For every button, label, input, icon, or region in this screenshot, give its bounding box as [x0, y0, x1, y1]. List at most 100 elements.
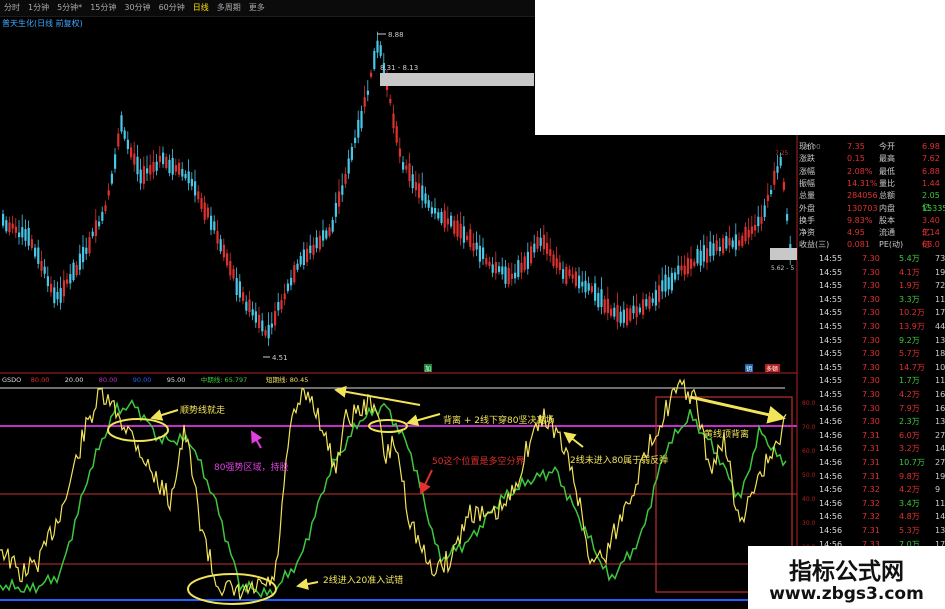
quote-cell: 总额: [879, 191, 895, 201]
trade-cell: 14:55: [819, 294, 843, 304]
candle-body: [338, 191, 341, 207]
candle-body: [594, 283, 597, 301]
candle-body: [478, 245, 481, 262]
candle-body: [779, 156, 782, 166]
candle-body: [651, 298, 654, 303]
candle-body: [2, 213, 5, 226]
candle-body: [424, 193, 427, 204]
candle-body: [142, 165, 145, 184]
candle-body: [328, 227, 331, 236]
candle-body: [709, 241, 712, 257]
quote-row: 外盘 130703内盘 153353: [797, 203, 945, 215]
candle-body: [645, 299, 648, 307]
candle-body: [485, 258, 488, 265]
candle-body: [373, 50, 376, 69]
candle-body: [344, 174, 347, 184]
trade-cell: 27: [935, 458, 945, 467]
candle-body: [482, 247, 485, 259]
candle-body: [178, 162, 181, 175]
candle-body: [139, 169, 142, 184]
trade-row: 14:56 7.31 10.7万 27: [797, 457, 945, 470]
quote-row: 涨跌 0.15 最高 7.62: [797, 153, 942, 165]
candle-body: [267, 324, 270, 339]
candle-body: [94, 220, 97, 237]
trade-cell: 3.4万: [899, 498, 920, 508]
trade-cell: 14:56: [819, 512, 843, 522]
trade-cell: 14:55: [819, 349, 843, 359]
candle-body: [517, 260, 520, 277]
trade-cell: 7.31: [862, 526, 880, 535]
price-popup-box: [380, 73, 534, 86]
quote-cell: 0.15: [847, 154, 865, 164]
candle-body: [722, 238, 725, 254]
quote-cell: 6.88: [922, 166, 940, 176]
candle-body: [194, 181, 197, 196]
candle-body: [750, 226, 753, 234]
candle-body: [322, 230, 325, 241]
trade-row: 14:55 7.30 3.3万 11: [797, 294, 945, 307]
candle-body: [674, 272, 677, 280]
candle-body: [62, 280, 65, 297]
candle-body: [501, 266, 504, 275]
trade-cell: 19: [935, 267, 945, 277]
candle-body: [392, 113, 395, 129]
trade-cell: 5.7万: [899, 349, 920, 359]
quote-cell: 涨跌: [799, 154, 815, 164]
candle-body: [53, 287, 56, 304]
arrow-8: [296, 578, 319, 590]
quote-cell: 6.98: [922, 142, 940, 151]
quote-panel: 现价 7.35 今开 6.98 涨跌 0.15 最高 7.62 涨幅 2.08% 最低 6.88 振幅 1…: [797, 133, 945, 609]
trade-cell: 7.30: [862, 254, 880, 263]
trade-cell: 14:55: [819, 254, 843, 263]
candle-body: [430, 207, 433, 214]
candle-body: [469, 229, 472, 247]
candle-body: [165, 156, 168, 169]
candle-body: [110, 173, 113, 184]
quote-cell: 14.31%: [847, 178, 878, 188]
trade-row: 14:55 7.30 5.7万 18: [797, 348, 945, 361]
candle-body: [59, 288, 62, 303]
quote-cell: 今开: [879, 142, 895, 151]
trade-cell: 7.30: [862, 267, 880, 277]
candle-body: [347, 158, 350, 174]
candle-body: [776, 166, 779, 173]
annotation-1: 顺势线就走: [180, 404, 225, 416]
candle-body: [341, 185, 344, 195]
candle-body: [571, 274, 574, 279]
candle-body: [613, 307, 616, 317]
candle-body: [101, 211, 104, 221]
candle-body: [670, 272, 673, 291]
candle-body: [494, 262, 497, 274]
trade-cell: 5.4万: [899, 254, 920, 263]
trade-row: 14:56 7.32 4.8万 14: [797, 511, 945, 524]
trade-cell: 14:56: [819, 485, 843, 495]
marker-3: 多顿: [766, 365, 778, 373]
trade-cell: 7.32: [862, 485, 880, 495]
candle-body: [610, 308, 613, 316]
trade-cell: 7.31: [862, 430, 880, 440]
candle-body: [542, 234, 545, 250]
watermark-url: www.zbgs3.com: [769, 584, 924, 604]
candle-body: [626, 308, 629, 326]
trade-cell: 14.7万: [899, 362, 925, 372]
candle-body: [597, 293, 600, 308]
candle-body: [357, 119, 360, 138]
candle-body: [379, 45, 382, 56]
trade-cell: 6.0万: [899, 430, 920, 440]
trade-cell: 3.2万: [899, 444, 920, 454]
candle-body: [539, 237, 542, 246]
trade-cell: 7.30: [862, 403, 880, 413]
trade-cell: 7.30: [862, 349, 880, 359]
quote-cell: 现价: [799, 142, 815, 151]
candle-body: [475, 242, 478, 250]
indicator-header: GSDO 80.00 20.00 80.00 90.00 95.00 中期线: 65.797…: [2, 375, 308, 384]
arrow-3: [406, 413, 441, 427]
trade-cell: 7.31: [862, 444, 880, 454]
candle-body: [498, 266, 501, 272]
candle-body: [603, 299, 606, 313]
quote-cell: 9.83%: [847, 215, 873, 225]
trade-cell: 16: [935, 403, 945, 413]
indicator-header-item: 80.00: [31, 376, 50, 384]
trade-cell: 3.3万: [899, 294, 920, 304]
candle-body: [731, 240, 734, 248]
